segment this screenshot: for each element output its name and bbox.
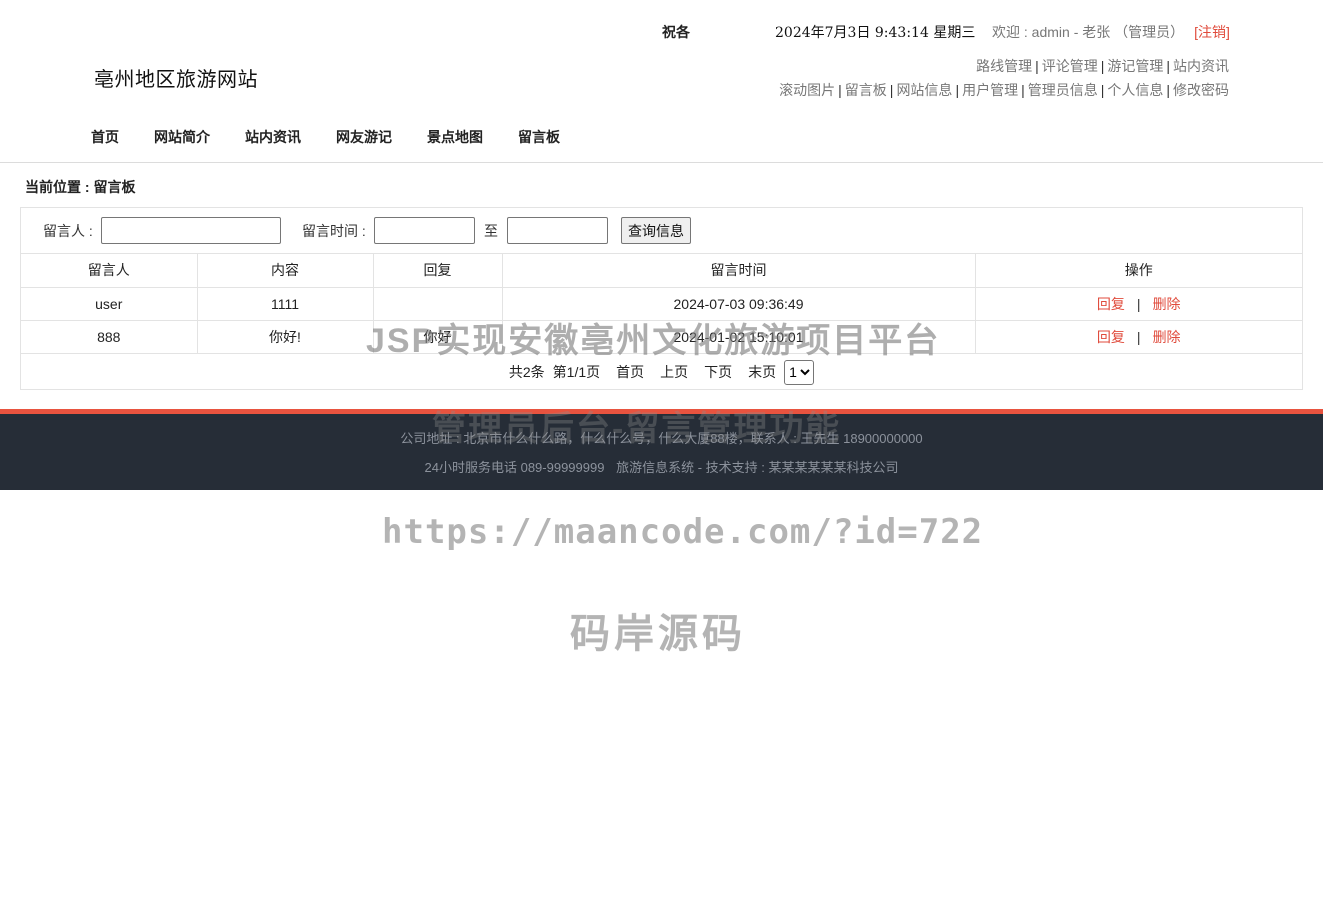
- admin-link-travelogue[interactable]: 游记管理: [1107, 58, 1163, 74]
- datetime-display: 2024年7月3日 9:43:14 星期三: [775, 25, 976, 41]
- table-header-row: 留言人 内容 回复 留言时间 操作: [21, 254, 1302, 288]
- column-header: 留言时间: [502, 254, 976, 288]
- admin-link-siteinfo[interactable]: 网站信息: [896, 82, 952, 98]
- pager-page: 第1/1页: [552, 364, 601, 380]
- guestbook-panel: 留言人 : 留言时间 : 至 查询信息 留言人 内容 回复 留言时间 操作 us…: [20, 207, 1303, 390]
- nav-home[interactable]: 首页: [91, 127, 119, 147]
- footer-info: 24小时服务电话 089-99999999 旅游信息系统 - 技术支持 : 某某…: [0, 457, 1323, 476]
- watermark-brand: 码岸源码: [570, 612, 746, 656]
- nav-news[interactable]: 站内资讯: [245, 127, 301, 147]
- nav-travelogues[interactable]: 网友游记: [336, 127, 392, 147]
- pager-first-link[interactable]: 首页: [616, 362, 644, 382]
- cell-actions: 回复 | 删除: [975, 320, 1302, 354]
- cell-author: 888: [21, 320, 198, 354]
- admin-link-route[interactable]: 路线管理: [976, 58, 1032, 74]
- admin-link-password[interactable]: 修改密码: [1173, 82, 1229, 98]
- admin-link-profile[interactable]: 个人信息: [1107, 82, 1163, 98]
- search-bar: 留言人 : 留言时间 : 至 查询信息: [21, 208, 1302, 254]
- pager-total: 共2条: [508, 364, 545, 380]
- admin-link-news[interactable]: 站内资讯: [1173, 58, 1229, 74]
- to-label: 至: [484, 223, 498, 239]
- admin-link-comment[interactable]: 评论管理: [1042, 58, 1098, 74]
- cell-actions: 回复 | 删除: [975, 287, 1302, 321]
- column-header: 留言人: [21, 254, 198, 288]
- admin-links-row1: 路线管理 | 评论管理 | 游记管理 | 站内资讯: [976, 58, 1229, 74]
- watermark-title: JSP实现安徽亳州文化旅游项目平台: [366, 322, 941, 360]
- time-label: 留言时间 :: [302, 223, 366, 239]
- footer-system: 旅游信息系统 - 技术支持 : 某某某某某某科技公司: [616, 460, 899, 475]
- watermark-url: https://maancode.com/?id=722: [382, 512, 984, 552]
- marquee-text: 祝各: [662, 24, 690, 40]
- cell-content: 你好!: [197, 320, 374, 354]
- cell-author: user: [21, 287, 198, 321]
- admin-link-admins[interactable]: 管理员信息: [1028, 82, 1098, 98]
- pager-next-link[interactable]: 下页: [704, 362, 732, 382]
- nav-map[interactable]: 景点地图: [427, 127, 483, 147]
- author-input[interactable]: [101, 217, 281, 244]
- main-nav: 首页 网站简介 站内资讯 网友游记 景点地图 留言板: [91, 127, 595, 147]
- reply-link[interactable]: 回复: [1097, 296, 1125, 312]
- pager-prev-link[interactable]: 上页: [660, 362, 688, 382]
- time-to-input[interactable]: [507, 217, 608, 244]
- column-header: 回复: [373, 254, 503, 288]
- watermark-subtitle: 管理员后台-留言管理功能: [432, 410, 842, 448]
- welcome-bar: 欢迎 : admin - 老张 （管理员） [注销]: [992, 22, 1230, 42]
- nav-about[interactable]: 网站简介: [154, 127, 210, 147]
- page-select[interactable]: 1: [784, 359, 815, 385]
- admin-link-slider[interactable]: 滚动图片: [779, 82, 835, 98]
- column-header: 操作: [975, 254, 1302, 288]
- delete-link[interactable]: 删除: [1153, 329, 1181, 345]
- column-header: 内容: [197, 254, 374, 288]
- author-label: 留言人 :: [43, 223, 93, 239]
- breadcrumb: 当前位置 : 留言板: [25, 179, 136, 195]
- pager-last-link[interactable]: 末页: [748, 362, 776, 382]
- welcome-text: 欢迎 : admin - 老张 （管理员）: [992, 24, 1185, 40]
- admin-links-row2: 滚动图片 | 留言板 | 网站信息 | 用户管理 | 管理员信息 | 个人信息 | 修改密码: [779, 82, 1229, 98]
- nav-guestbook[interactable]: 留言板: [518, 127, 560, 147]
- admin-link-guestbook[interactable]: 留言板: [845, 82, 887, 98]
- delete-link[interactable]: 删除: [1153, 296, 1181, 312]
- search-button[interactable]: 查询信息: [621, 217, 691, 244]
- cell-content: 1111: [197, 287, 374, 321]
- time-from-input[interactable]: [374, 217, 475, 244]
- site-header: 祝各 2024年7月3日 9:43:14 星期三 欢迎 : admin - 老张…: [0, 0, 1323, 163]
- footer-hotline: 24小时服务电话 089-99999999: [424, 460, 605, 475]
- reply-link[interactable]: 回复: [1097, 329, 1125, 345]
- site-title: 亳州地区旅游网站: [94, 69, 258, 91]
- admin-link-users[interactable]: 用户管理: [962, 82, 1018, 98]
- logout-link[interactable]: [注销]: [1194, 24, 1230, 40]
